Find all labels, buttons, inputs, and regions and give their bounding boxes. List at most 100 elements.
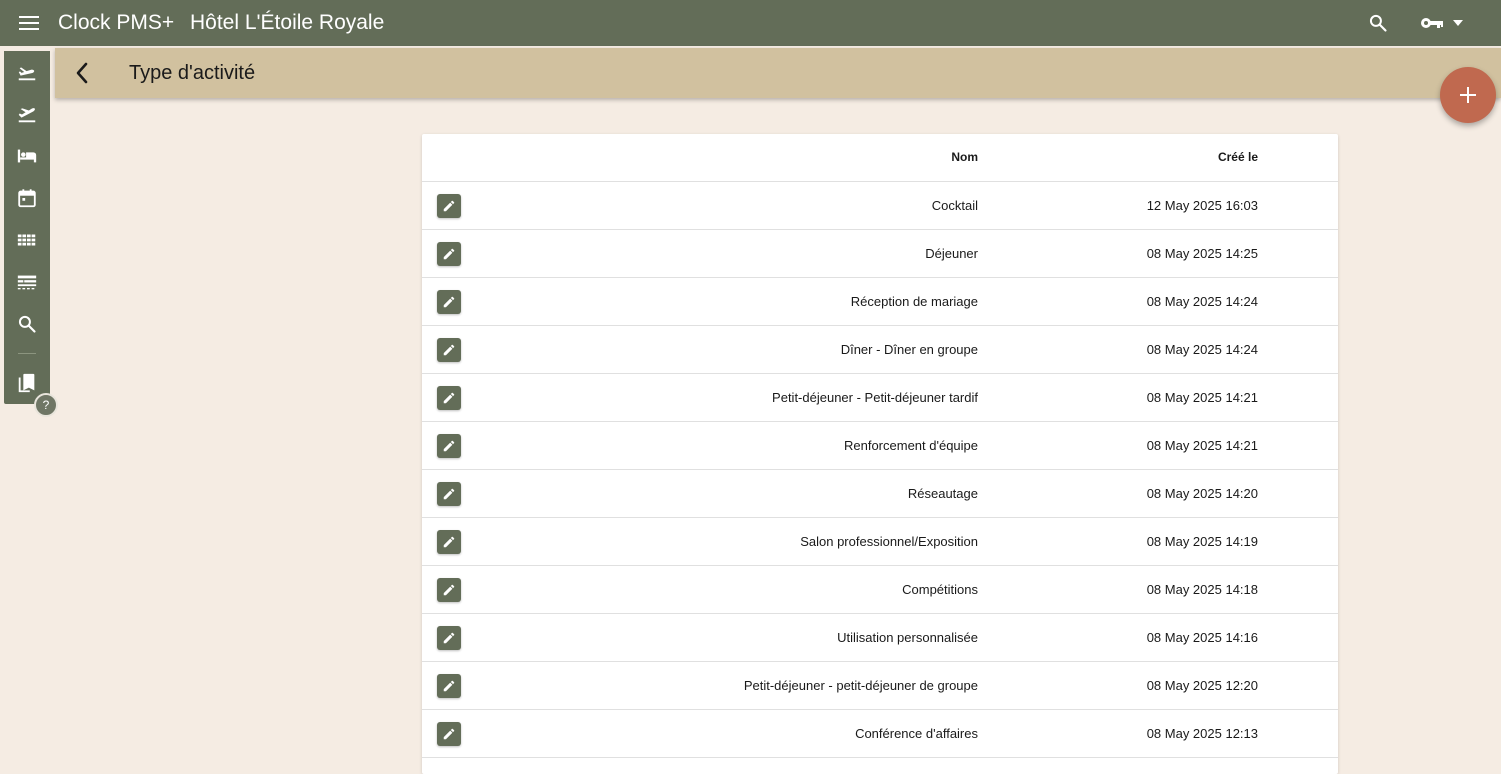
grid-icon	[17, 234, 36, 246]
rail-item-arrivals[interactable]	[15, 60, 39, 84]
menu-icon	[19, 16, 39, 30]
page-title: Type d'activité	[129, 62, 256, 84]
page-header: Type d'activité	[55, 48, 1501, 98]
cell-nom: Salon professionnel/Exposition	[800, 534, 978, 549]
cell-nom: Cocktail	[931, 198, 978, 213]
arrow-back-icon	[76, 62, 88, 84]
menu-button[interactable]	[17, 11, 41, 35]
back-button[interactable]	[70, 61, 94, 85]
search-icon	[1369, 14, 1387, 32]
left-navigation-rail	[4, 51, 50, 404]
cell-cree-le: 08 May 2025 14:21	[1146, 438, 1258, 453]
table-row[interactable]: Petit-déjeuner - Petit-déjeuner tardif 08…	[422, 374, 1338, 422]
pencil-icon	[443, 584, 455, 596]
help-icon: ?	[42, 398, 50, 412]
cell-cree-le: 08 May 2025 14:16	[1146, 630, 1258, 645]
calendar-icon	[18, 189, 36, 208]
cell-cree-le: 08 May 2025 14:19	[1146, 534, 1258, 549]
cell-nom: Renforcement d'équipe	[843, 438, 978, 453]
table-body: Cocktail 12 May 2025 16:03 Déjeuner 08 May …	[422, 182, 1338, 758]
account-menu-button[interactable]	[1420, 11, 1478, 35]
table-row[interactable]: Réception de mariage 08 May 2025 14:24	[422, 278, 1338, 326]
hotel-name[interactable]: Hôtel L'Étoile Royale	[190, 10, 384, 36]
table-row[interactable]: Cocktail 12 May 2025 16:03	[422, 182, 1338, 230]
rail-divider	[18, 353, 36, 354]
cell-cree-le: 08 May 2025 14:21	[1146, 390, 1258, 405]
pencil-icon	[443, 248, 455, 260]
search-button[interactable]	[1366, 11, 1390, 35]
help-button[interactable]: ?	[34, 393, 58, 417]
pencil-icon	[443, 536, 455, 548]
cell-nom: Conférence d'affaires	[855, 726, 978, 741]
table-row[interactable]: Utilisation personnalisée 08 May 2025 14:…	[422, 614, 1338, 662]
pencil-icon	[443, 440, 455, 452]
pencil-icon	[443, 200, 455, 212]
table-header: Nom Créé le	[422, 134, 1338, 182]
cell-cree-le: 08 May 2025 14:24	[1146, 342, 1258, 357]
rail-item-search[interactable]	[15, 312, 39, 336]
app-name: Clock PMS+	[58, 11, 175, 34]
search-icon	[18, 315, 36, 333]
table-row[interactable]: Déjeuner 08 May 2025 14:25	[422, 230, 1338, 278]
cell-cree-le: 08 May 2025 12:20	[1146, 678, 1258, 693]
edit-button[interactable]	[437, 290, 461, 314]
cell-nom: Utilisation personnalisée	[837, 630, 978, 645]
arrivals-icon	[18, 67, 36, 81]
cell-cree-le: 08 May 2025 14:20	[1146, 486, 1258, 501]
edit-button[interactable]	[437, 626, 461, 650]
table-row[interactable]: Salon professionnel/Exposition 08 May 202…	[422, 518, 1338, 566]
edit-button[interactable]	[437, 434, 461, 458]
cell-nom: Compétitions	[902, 582, 978, 597]
table-row[interactable]: Compétitions 08 May 2025 14:18	[422, 566, 1338, 614]
rail-item-bookmarks[interactable]	[15, 371, 39, 395]
bookmarks-icon	[18, 373, 35, 393]
table-view-icon	[17, 275, 37, 290]
bed-icon	[17, 149, 37, 163]
column-header-nom[interactable]: Nom	[951, 134, 978, 181]
edit-button[interactable]	[437, 338, 461, 362]
edit-button[interactable]	[437, 386, 461, 410]
pencil-icon	[443, 392, 455, 404]
caret-down-icon	[1453, 20, 1463, 26]
cell-cree-le: 08 May 2025 12:13	[1146, 726, 1258, 741]
edit-button[interactable]	[437, 578, 461, 602]
table-row[interactable]: Dîner - Dîner en groupe 08 May 2025 14:24	[422, 326, 1338, 374]
pencil-icon	[443, 296, 455, 308]
edit-button[interactable]	[437, 530, 461, 554]
pencil-icon	[443, 488, 455, 500]
plus-icon	[1460, 87, 1476, 103]
cell-cree-le: 08 May 2025 14:25	[1146, 246, 1258, 261]
cell-nom: Petit-déjeuner - Petit-déjeuner tardif	[772, 390, 978, 405]
column-header-cree-le[interactable]: Créé le	[1218, 134, 1258, 181]
table-row[interactable]: Renforcement d'équipe 08 May 2025 14:21	[422, 422, 1338, 470]
cell-nom: Dîner - Dîner en groupe	[840, 342, 978, 357]
pencil-icon	[443, 344, 455, 356]
edit-button[interactable]	[437, 194, 461, 218]
pencil-icon	[443, 632, 455, 644]
key-icon	[1421, 18, 1443, 28]
cell-nom: Petit-déjeuner - petit-déjeuner de group…	[743, 678, 978, 693]
departures-icon	[18, 108, 36, 123]
edit-button[interactable]	[437, 674, 461, 698]
cell-cree-le: 12 May 2025 16:03	[1146, 198, 1258, 213]
top-app-bar: Clock PMS+ Hôtel L'Étoile Royale	[0, 0, 1501, 46]
rail-item-room-grid[interactable]	[15, 228, 39, 252]
cell-nom: Réseautage	[907, 486, 978, 501]
cell-nom: Déjeuner	[925, 246, 978, 261]
edit-button[interactable]	[437, 722, 461, 746]
rail-item-table-view[interactable]	[15, 270, 39, 294]
cell-cree-le: 08 May 2025 14:18	[1146, 582, 1258, 597]
pencil-icon	[443, 728, 455, 740]
edit-button[interactable]	[437, 482, 461, 506]
table-row[interactable]: Conférence d'affaires 08 May 2025 12:13	[422, 710, 1338, 758]
edit-button[interactable]	[437, 242, 461, 266]
cell-cree-le: 08 May 2025 14:24	[1146, 294, 1258, 309]
pencil-icon	[443, 680, 455, 692]
table-row[interactable]: Réseautage 08 May 2025 14:20	[422, 470, 1338, 518]
rail-item-departures[interactable]	[15, 102, 39, 126]
rail-item-rooms[interactable]	[15, 144, 39, 168]
add-activity-type-button[interactable]	[1440, 67, 1496, 123]
rail-item-calendar[interactable]	[15, 186, 39, 210]
table-row[interactable]: Petit-déjeuner - petit-déjeuner de group…	[422, 662, 1338, 710]
activity-types-table: Nom Créé le Cocktail 12 May 2025 16:03 Déj…	[422, 134, 1338, 774]
